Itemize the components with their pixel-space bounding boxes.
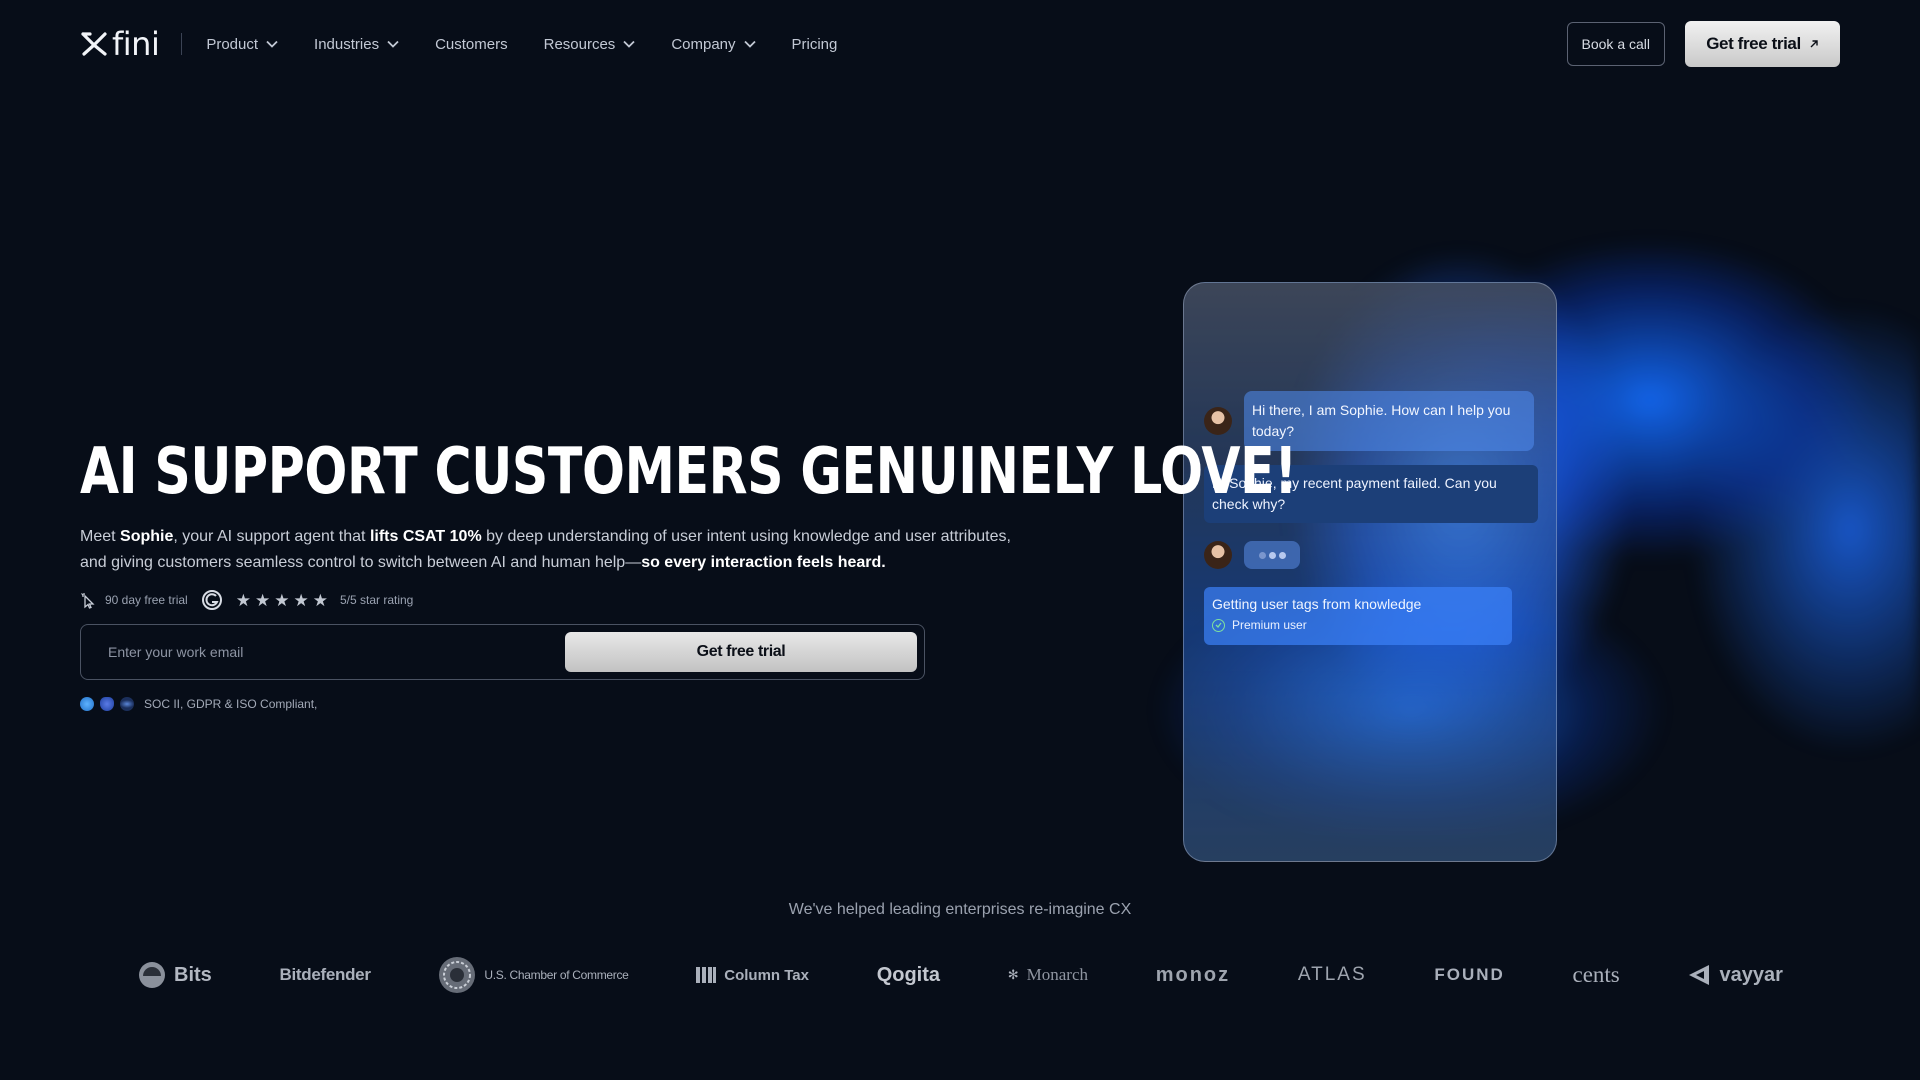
nav-item-customers[interactable]: Customers (435, 36, 508, 53)
star-icon: ★ (293, 590, 309, 610)
star-icon: ★ (235, 590, 251, 610)
chevron-down-icon (743, 40, 756, 48)
user-tags-card: Getting user tags from knowledge Premium… (1204, 587, 1512, 645)
nav-item-resources[interactable]: Resources (544, 36, 636, 53)
sophie-avatar (1204, 541, 1232, 569)
compliance-text: SOC II, GDPR & ISO Compliant, (144, 697, 318, 711)
logo-found: FOUND (1434, 965, 1504, 985)
subtitle-agent-name: Sophie (120, 528, 174, 545)
logo-qogita: Qogita (877, 964, 940, 987)
book-call-button[interactable]: Book a call (1566, 22, 1665, 66)
typing-indicator (1244, 541, 1300, 569)
brand-name: FOUND (1434, 965, 1505, 984)
clients-heading: We've helped leading enterprises re-imag… (788, 901, 1132, 918)
get-free-trial-button[interactable]: Get free trial (1685, 21, 1840, 67)
logo-us-chamber: U.S. Chamber of Commerce (438, 956, 629, 994)
logo-cents: cents (1573, 962, 1620, 988)
g2-logo-icon (201, 590, 222, 610)
nav-item-label: Product (206, 35, 259, 53)
fini-x-icon (81, 32, 107, 56)
email-signup-form: Get free trial (80, 624, 925, 680)
nav-divider (181, 33, 183, 55)
trust-row: 90 day free trial ★ ★ ★ ★ ★ 5/5 star rat… (80, 590, 413, 610)
star-icon: ★ (274, 590, 290, 610)
sophie-avatar (1204, 407, 1232, 435)
tag-item: Premium user (1212, 618, 1504, 632)
logo-vayyar: vayyar (1687, 963, 1783, 987)
brand-name: Qogita (876, 963, 941, 986)
brand-name: U.S. Chamber of Commerce (484, 968, 629, 982)
nav-item-company[interactable]: Company (671, 35, 756, 53)
subtitle-text: , your AI support agent that (173, 528, 370, 545)
trial-days-text: 90 day free trial (105, 593, 188, 607)
logo-bitdefender: Bitdefender (280, 965, 371, 985)
star-icon: ★ (312, 590, 328, 610)
chevron-down-icon (623, 40, 635, 48)
rating-text: 5/5 star rating (339, 593, 414, 607)
nav-item-product[interactable]: Product (206, 36, 278, 53)
bits-logo-icon (139, 962, 165, 988)
client-logos-strip: Bits Bitdefender U.S. Chamber of Commerc… (138, 950, 1783, 1000)
logo-text: fini (112, 25, 160, 63)
vayyar-logo-icon (1689, 965, 1710, 985)
nav-menu: Product Industries Customers Resources C… (206, 36, 873, 53)
soc2-badge-icon (80, 697, 94, 711)
iso-badge-icon (120, 697, 134, 711)
chat-preview-card: Hi there, I am Sophie. How can I help yo… (1183, 282, 1557, 862)
nav-item-label: Customers (435, 35, 508, 53)
fini-logo[interactable]: fini (80, 25, 160, 63)
nav-item-label: Industries (314, 35, 380, 53)
trial-button-label: Get free trial (1706, 34, 1801, 53)
chamber-seal-icon (439, 957, 476, 993)
logo-bits: Bits (138, 961, 212, 989)
column-tax-logo-icon (696, 967, 717, 983)
check-circle-icon (1212, 618, 1225, 632)
brand-name: cents (1572, 962, 1620, 987)
cursor-click-icon (81, 592, 95, 609)
nav-actions: Book a call Get free trial (1566, 21, 1840, 67)
hero-subtitle: Meet Sophie, your AI support agent that … (80, 524, 1020, 576)
subtitle-highlight: lifts CSAT 10% (369, 528, 482, 545)
logo-atlas: ATLAS (1298, 964, 1367, 986)
star-icon: ★ (254, 590, 271, 610)
logo-monoz: monoz (1156, 964, 1230, 987)
nav-item-label: Resources (543, 35, 616, 53)
arrow-up-right-icon (1810, 40, 1818, 48)
nav-item-industries[interactable]: Industries (314, 36, 399, 53)
work-email-input[interactable] (108, 644, 565, 660)
brand-name: vayyar (1719, 963, 1783, 986)
ai-typing-row (1204, 541, 1300, 569)
logo-column-tax: Column Tax (696, 967, 809, 984)
subtitle-highlight: so every interaction feels heard. (641, 554, 886, 571)
hero-get-free-trial-button[interactable]: Get free trial (565, 632, 917, 672)
gdpr-badge-icon (100, 697, 114, 711)
hero-headline: AI SUPPORT CUSTOMERS GENUINELY LOVE! (80, 435, 1297, 509)
chevron-down-icon (387, 40, 399, 48)
star-rating: ★ ★ ★ ★ ★ (236, 592, 328, 609)
monarch-mark-icon: ✻ (1007, 967, 1019, 982)
subtitle-text: Meet (80, 528, 121, 545)
brand-name: Monarch (1026, 965, 1089, 984)
nav-item-pricing[interactable]: Pricing (792, 36, 838, 53)
brand-name: Column Tax (724, 966, 809, 984)
brand-name: monoz (1155, 963, 1231, 986)
tag-value: Premium user (1232, 618, 1307, 632)
compliance-row: SOC II, GDPR & ISO Compliant, (80, 697, 317, 711)
top-nav: fini Product Industries Customers Resour… (0, 0, 1920, 88)
tags-title: Getting user tags from knowledge (1212, 596, 1422, 612)
nav-item-label: Company (671, 35, 736, 53)
brand-name: ATLAS (1297, 964, 1367, 985)
brand-name: Bits (174, 963, 212, 986)
chevron-down-icon (266, 40, 278, 48)
brand-name: Bitdefender (279, 965, 371, 984)
logo-monarch: ✻ Monarch (1008, 965, 1088, 985)
nav-item-label: Pricing (791, 35, 838, 53)
